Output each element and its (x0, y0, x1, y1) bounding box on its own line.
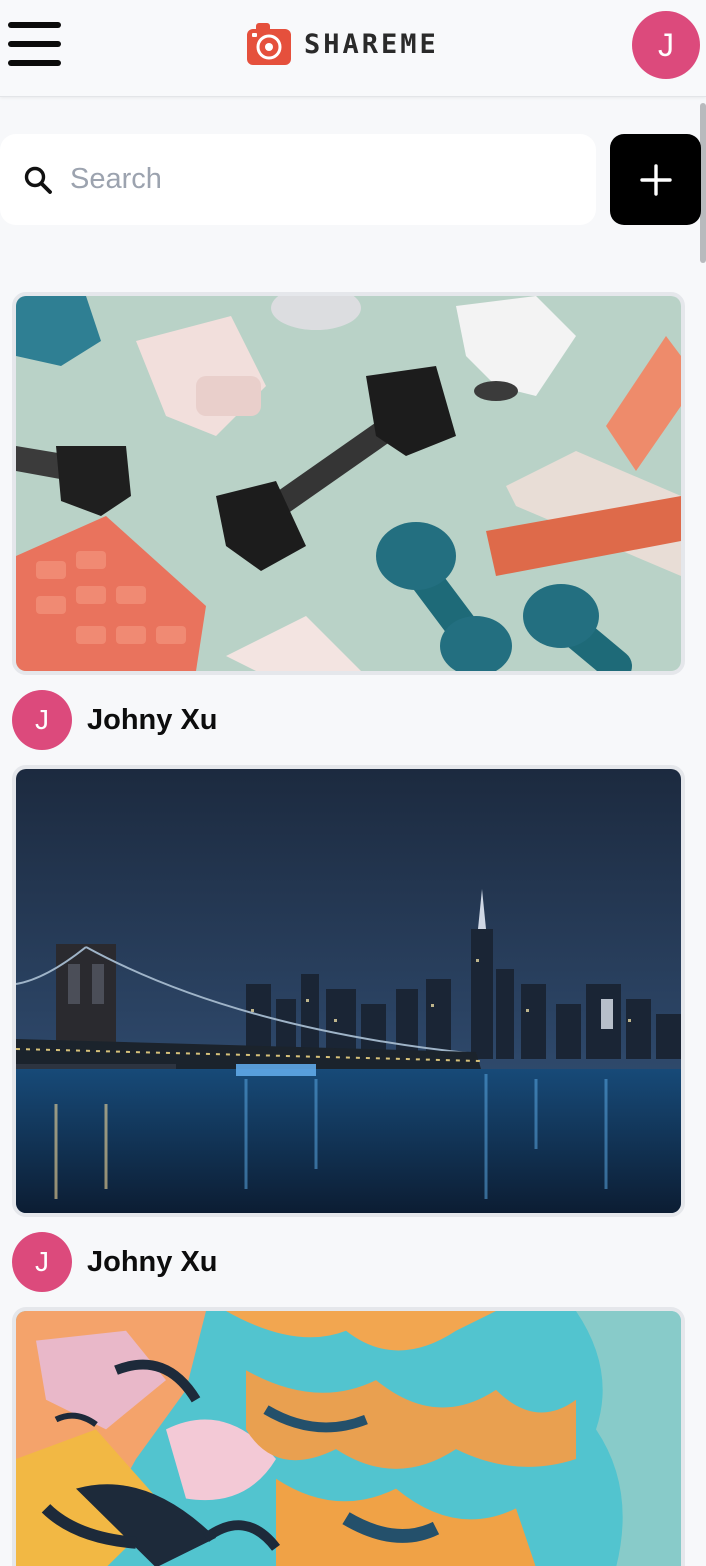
search-icon (24, 166, 52, 194)
pin-author[interactable]: J Johny Xu (12, 690, 218, 750)
pin-author[interactable]: J Johny Xu (12, 1232, 218, 1292)
colorful-graffiti-mural-photo (16, 1311, 681, 1566)
search-input[interactable] (70, 156, 570, 202)
hamburger-menu-icon[interactable] (8, 20, 62, 70)
author-name: Johny Xu (87, 703, 218, 736)
author-name: Johny Xu (87, 1245, 218, 1278)
add-pin-button[interactable] (610, 134, 701, 225)
city-skyline-bridge-night-photo (16, 769, 681, 1213)
pin-image[interactable] (12, 765, 685, 1217)
avatar: J (12, 690, 72, 750)
pin-image[interactable] (12, 1307, 685, 1566)
logo[interactable]: SHAREME (246, 21, 439, 67)
top-navbar: SHAREME J (0, 0, 706, 97)
logo-text: SHAREME (304, 28, 439, 60)
camera-icon (247, 23, 291, 65)
avatar: J (12, 1232, 72, 1292)
fitness-equipment-dumbbells-photo (16, 296, 681, 671)
pin-image[interactable] (12, 292, 685, 675)
search-bar (0, 134, 596, 225)
user-avatar[interactable]: J (632, 11, 700, 79)
plus-icon (639, 163, 672, 196)
